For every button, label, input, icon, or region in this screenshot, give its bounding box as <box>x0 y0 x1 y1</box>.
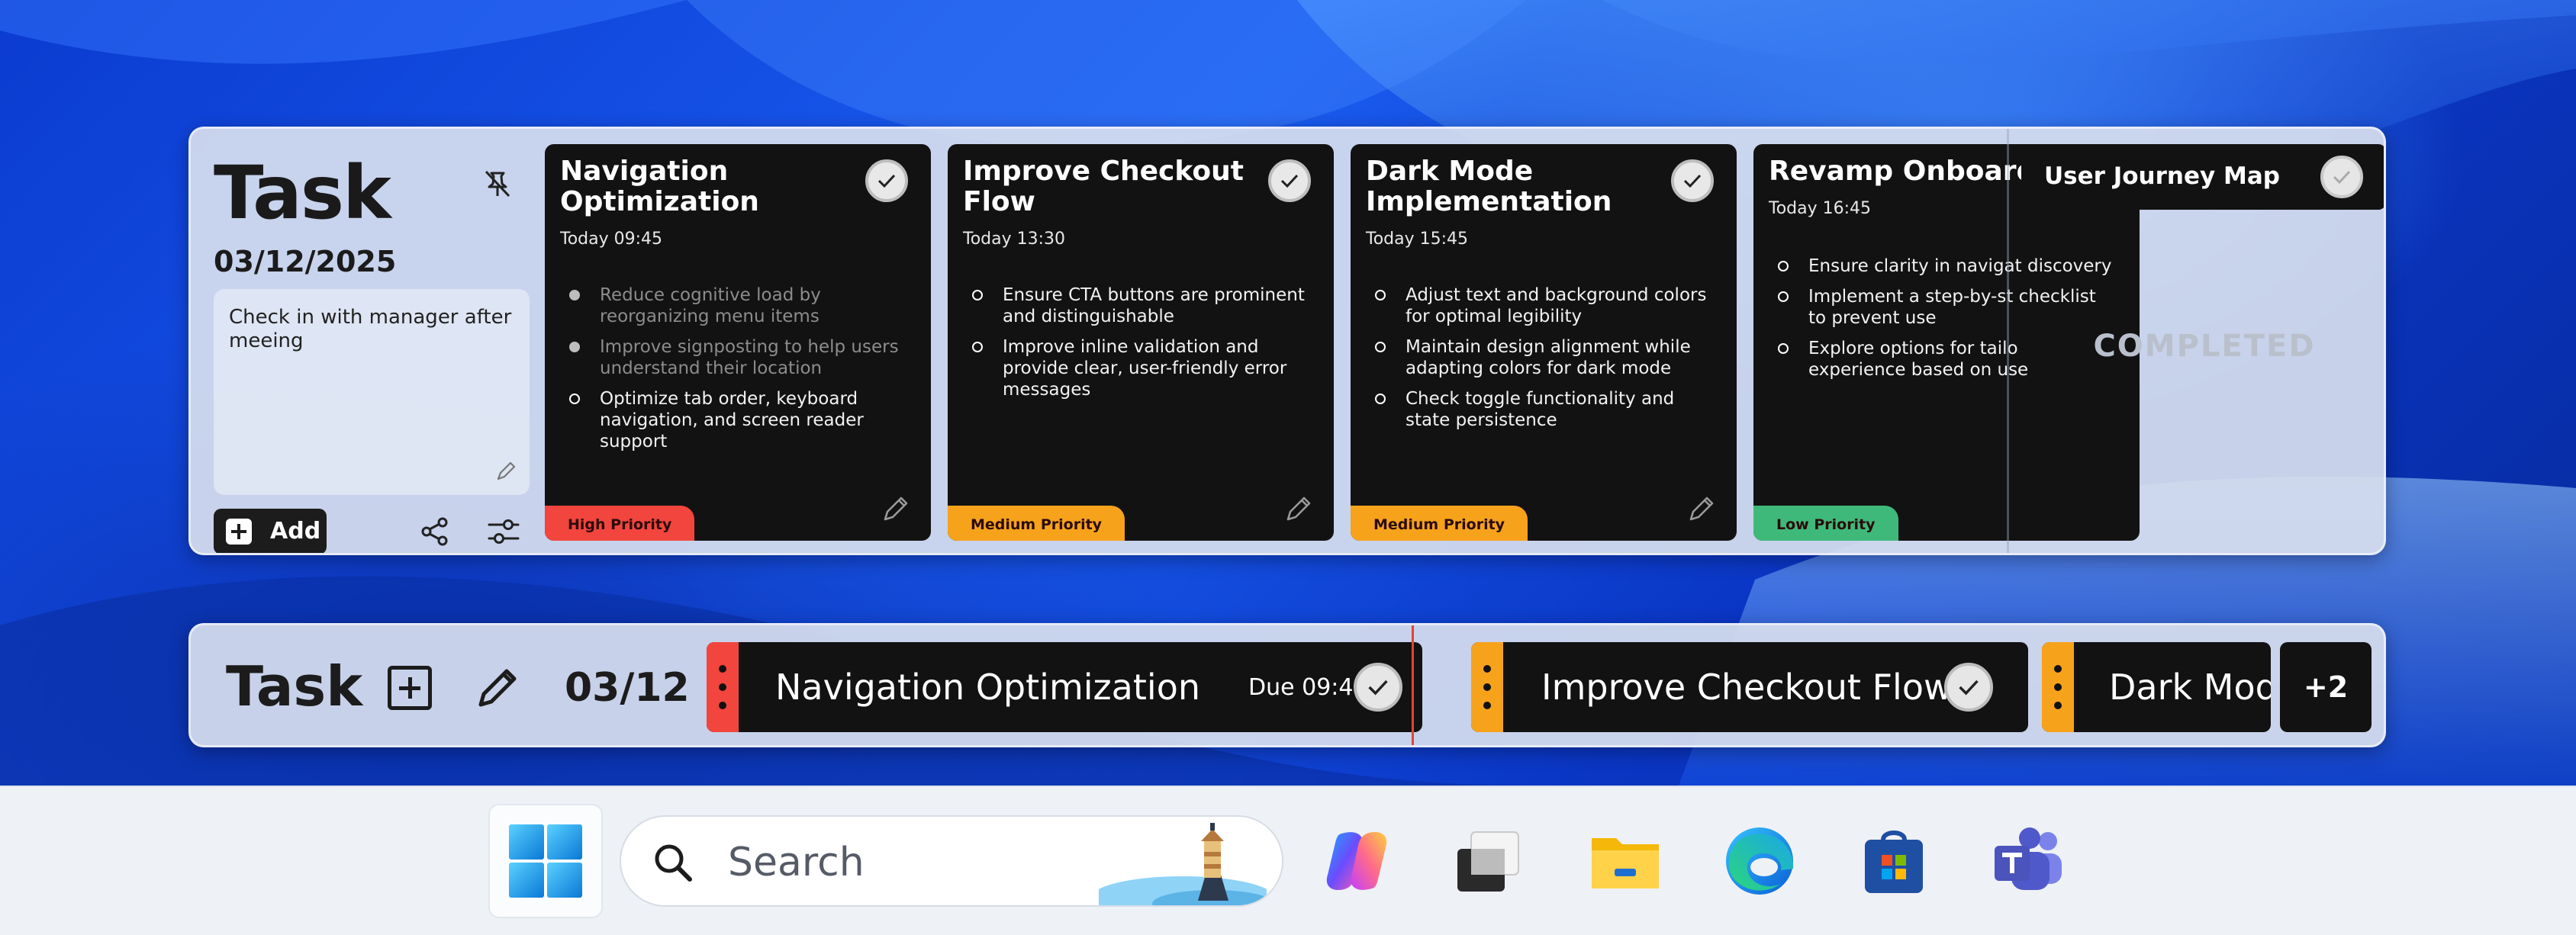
more-tasks-button[interactable]: +2 <box>2280 642 2372 732</box>
card-title: Dark Mode Implementation <box>1366 156 1612 217</box>
complete-check-button[interactable] <box>1268 159 1311 202</box>
widget-left-panel: Task 03/12/2025 Check in with manager af… <box>206 144 530 553</box>
priority-badge: Low Priority <box>1753 506 1898 541</box>
edge-icon[interactable] <box>1721 823 1798 899</box>
store-icon[interactable] <box>1856 823 1932 899</box>
task-widget-bar: Task 03/12 Navigation Optimization Due 0… <box>188 623 2386 747</box>
priority-badge: High Priority <box>545 506 695 541</box>
card-time: Today 09:45 <box>560 230 663 249</box>
plus-icon <box>226 519 252 545</box>
bullet-icon <box>1778 261 1789 272</box>
widget-date: 03/12/2025 <box>214 245 397 278</box>
complete-check-button[interactable] <box>1944 663 1993 712</box>
file-explorer-icon[interactable] <box>1587 823 1663 899</box>
search-placeholder: Search <box>728 840 865 885</box>
drag-handle[interactable] <box>707 642 739 732</box>
unpin-icon[interactable] <box>482 169 513 199</box>
pill-title: Improve Checkout Flow <box>1541 667 1953 708</box>
checklist-item[interactable]: Optimize tab order, keyboard navigation,… <box>568 388 903 452</box>
checklist-item[interactable]: Ensure CTA buttons are prominent and dis… <box>971 284 1306 327</box>
task-view-icon[interactable] <box>1450 823 1526 899</box>
card-checklist: Adjust text and background colors for op… <box>1373 284 1709 440</box>
bullet-icon <box>569 342 580 352</box>
task-pill[interactable]: Dark Mode <box>2042 642 2271 732</box>
bullet-icon <box>1375 394 1386 404</box>
checkmark-icon <box>1280 174 1299 188</box>
search-highlight-lighthouse-icon <box>1099 823 1267 905</box>
priority-badge: Medium Priority <box>1351 506 1528 541</box>
checkmark-icon[interactable] <box>2320 156 2363 198</box>
drag-handle[interactable] <box>1471 642 1503 732</box>
pencil-icon[interactable] <box>475 663 522 711</box>
card-checklist: Ensure CTA buttons are prominent and dis… <box>971 284 1306 410</box>
card-time: Today 15:45 <box>1366 230 1469 249</box>
pill-title: Dark Mode <box>2109 667 2271 708</box>
task-card[interactable]: Improve Checkout Flow Today 13:30 Ensure… <box>948 144 1334 541</box>
task-cards-strip: Navigation Optimization Today 09:45 Redu… <box>545 144 2172 541</box>
card-time: Today 16:45 <box>1769 199 1872 218</box>
priority-badge: Medium Priority <box>948 506 1125 541</box>
checklist-item[interactable]: Improve signposting to help users unders… <box>568 336 903 379</box>
checklist-item[interactable]: Adjust text and background colors for op… <box>1373 284 1709 327</box>
settings-sliders-icon[interactable] <box>487 516 520 547</box>
widget-title: Task <box>214 150 391 236</box>
bullet-icon <box>569 394 580 404</box>
bar-title: Task <box>226 654 363 718</box>
complete-check-button[interactable] <box>865 159 908 202</box>
bullet-icon <box>1778 343 1789 354</box>
bullet-icon <box>1375 290 1386 300</box>
checklist-item[interactable]: Improve inline validation and provide cl… <box>971 336 1306 400</box>
card-time: Today 13:30 <box>963 230 1066 249</box>
drag-handle[interactable] <box>2042 642 2074 732</box>
bullet-icon <box>1375 342 1386 352</box>
checklist-item[interactable]: Check toggle functionality and state per… <box>1373 388 1709 431</box>
checklist-item[interactable]: Maintain design alignment while adapting… <box>1373 336 1709 379</box>
checkmark-icon <box>1959 680 1979 696</box>
copilot-icon[interactable] <box>1319 823 1395 899</box>
current-time-indicator <box>1412 625 1414 745</box>
pencil-icon[interactable] <box>881 493 911 524</box>
taskbar: Search <box>0 786 2576 935</box>
checkmark-icon <box>1683 174 1702 188</box>
add-icon[interactable] <box>388 666 432 710</box>
bullet-icon <box>972 342 983 352</box>
bullet-icon <box>569 290 580 300</box>
pencil-icon[interactable] <box>494 460 517 483</box>
share-icon[interactable] <box>420 516 450 547</box>
windows-start-icon <box>509 824 582 898</box>
pill-due: Due 09:45 <box>1248 674 1368 701</box>
add-button-label: Add <box>270 518 321 545</box>
card-checklist: Reduce cognitive load by reorganizing me… <box>568 284 903 461</box>
add-task-button[interactable]: Add <box>214 509 327 553</box>
checkmark-icon <box>877 174 896 188</box>
card-title: Navigation Optimization <box>560 156 759 217</box>
complete-check-button[interactable] <box>1671 159 1714 202</box>
completed-task-title: User Journey Map <box>2044 162 2280 190</box>
bullet-icon <box>972 290 983 300</box>
task-widget-expanded: Task 03/12/2025 Check in with manager af… <box>188 127 2386 555</box>
completed-label: COMPLETED <box>2093 329 2316 364</box>
taskbar-search-box[interactable]: Search <box>620 815 1283 907</box>
task-card[interactable]: Navigation Optimization Today 09:45 Redu… <box>545 144 931 541</box>
task-card[interactable]: Dark Mode Implementation Today 15:45 Adj… <box>1351 144 1737 541</box>
checkmark-icon <box>1368 680 1388 696</box>
pencil-icon[interactable] <box>1283 493 1314 524</box>
completed-task-item[interactable]: User Journey Map <box>2021 144 2384 210</box>
note-text: Check in with manager after meeing <box>229 306 512 352</box>
complete-check-button[interactable] <box>1354 663 1402 712</box>
bullet-icon <box>1778 291 1789 302</box>
windows-start-button[interactable] <box>488 804 603 918</box>
search-icon <box>655 844 692 882</box>
note-field[interactable]: Check in with manager after meeing <box>214 289 530 495</box>
task-pill[interactable]: Navigation Optimization Due 09:45 <box>707 642 1422 732</box>
card-title: Improve Checkout Flow <box>963 156 1244 217</box>
checklist-item[interactable]: Reduce cognitive load by reorganizing me… <box>568 284 903 327</box>
teams-icon[interactable] <box>1990 823 2066 899</box>
task-pill[interactable]: Improve Checkout Flow <box>1471 642 2028 732</box>
bar-date: 03/12 <box>565 665 690 711</box>
pill-title: Navigation Optimization <box>775 667 1200 708</box>
completed-column: User Journey Map COMPLETED <box>2007 129 2384 553</box>
pencil-icon[interactable] <box>1686 493 1717 524</box>
